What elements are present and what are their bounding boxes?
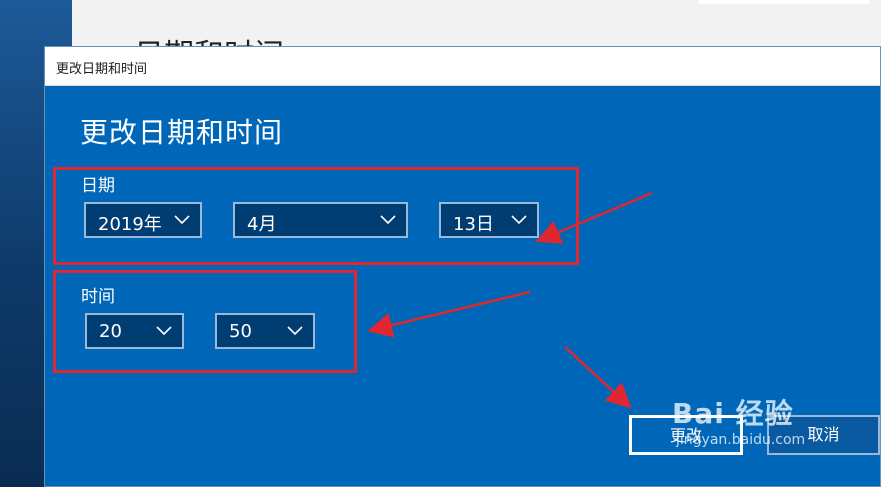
time-highlight-box	[53, 270, 357, 373]
date-highlight-box	[53, 167, 579, 265]
dialog-titlebar: 更改日期和时间	[45, 47, 880, 86]
dialog-window-title: 更改日期和时间	[56, 62, 148, 77]
dialog-heading: 更改日期和时间	[80, 116, 284, 149]
search-box[interactable]	[699, 0, 869, 4]
baidu-jingyan-watermark-logo: Bai 经验 jingyan.baidu.com	[672, 397, 806, 448]
